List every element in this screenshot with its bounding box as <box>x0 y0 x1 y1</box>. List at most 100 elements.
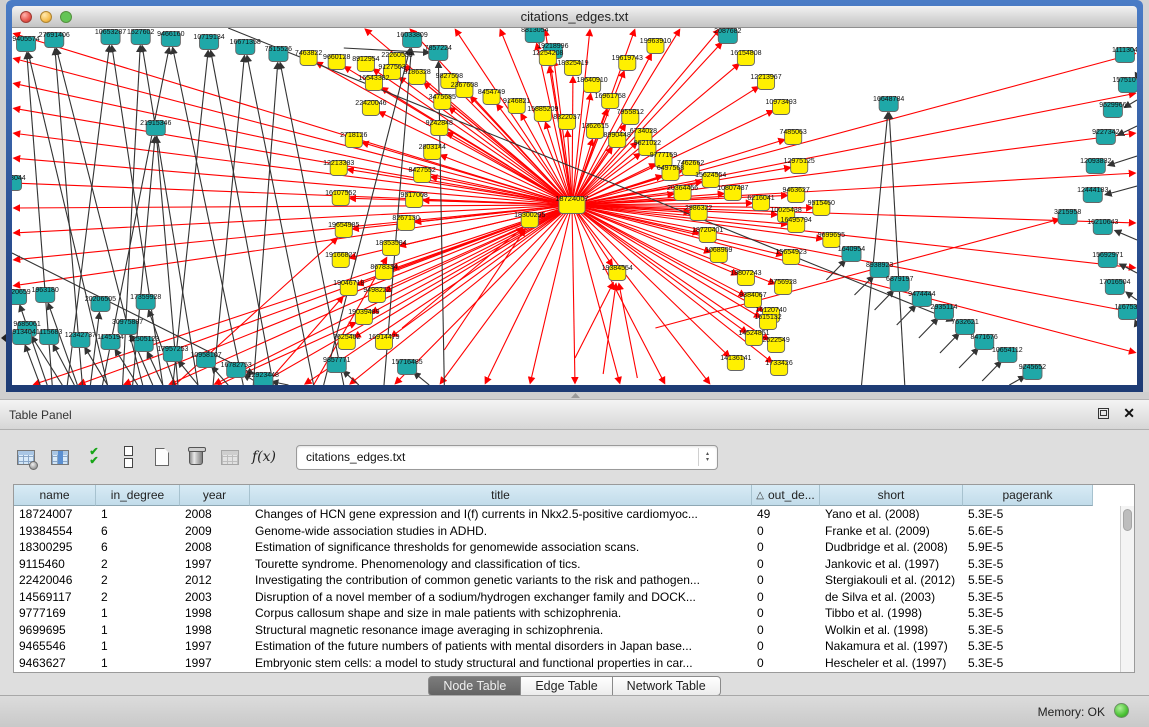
svg-text:2522549: 2522549 <box>762 337 789 344</box>
table-cell: 49 <box>752 506 820 523</box>
tab-node-table[interactable]: Node Table <box>428 676 521 696</box>
svg-text:10719134: 10719134 <box>193 34 224 41</box>
table-row[interactable]: 969969511998Structural magnetic resonanc… <box>14 622 1120 639</box>
node-table: namein_degreeyeartitle△out_de...shortpag… <box>13 484 1135 673</box>
svg-text:8471676: 8471676 <box>971 334 998 341</box>
float-panel-icon[interactable] <box>1098 408 1109 419</box>
table-cell: 5.3E-5 <box>963 622 1093 639</box>
table-row[interactable]: 1938455462009Genome-wide association stu… <box>14 523 1120 540</box>
svg-text:15716485: 15716485 <box>391 359 422 366</box>
table-row[interactable]: 946362711997Embryonic stem cells: a mode… <box>14 655 1120 672</box>
clear-selection-icon[interactable] <box>114 443 142 471</box>
table-cell: 2012 <box>180 572 250 589</box>
table-cell: Dudbridge et al. (2008) <box>820 539 963 556</box>
table-cell: 9777169 <box>14 605 96 622</box>
table-panel: Table Panel ✕ ✔✔ f(x) citations_edges.txt… <box>0 399 1149 695</box>
column-header-short[interactable]: short <box>820 485 963 506</box>
svg-text:17016504: 17016504 <box>1099 279 1130 286</box>
table-row[interactable]: 946554611997Estimation of the future num… <box>14 638 1120 655</box>
network-window-titlebar[interactable]: citations_edges.txt <box>12 6 1137 28</box>
table-row[interactable]: 1456911722003Disruption of a novel membe… <box>14 589 1120 606</box>
table-cell: 5.3E-5 <box>963 506 1093 523</box>
table-row[interactable]: 977716911998Corpus callosum shape and si… <box>14 605 1120 622</box>
svg-text:22260538: 22260538 <box>381 52 412 59</box>
svg-text:9227342: 9227342 <box>1092 129 1119 136</box>
sort-ascending-icon: △ <box>756 490 764 501</box>
show-columns-icon[interactable] <box>46 443 74 471</box>
svg-text:8322037: 8322037 <box>553 114 580 121</box>
svg-text:8990448: 8990448 <box>604 132 631 139</box>
column-header-out_de[interactable]: △out_de... <box>752 485 820 506</box>
table-cell: 5.5E-5 <box>963 572 1093 589</box>
svg-text:19039489: 19039489 <box>348 309 379 316</box>
table-row[interactable]: 2242004622012Investigating the contribut… <box>14 572 1120 589</box>
column-header-title[interactable]: title <box>250 485 752 506</box>
table-row[interactable]: 1872400712008Changes of HCN gene express… <box>14 506 1120 523</box>
delete-table-icon[interactable] <box>216 443 244 471</box>
table-mode-icon[interactable] <box>12 443 40 471</box>
column-header-name[interactable]: name <box>14 485 96 506</box>
table-cell: 0 <box>752 655 820 672</box>
tab-edge-table[interactable]: Edge Table <box>521 676 612 696</box>
table-selector[interactable]: citations_edges.txt ▴ ▾ <box>296 445 718 470</box>
column-header-in_degree[interactable]: in_degree <box>96 485 180 506</box>
table-header-row: namein_degreeyeartitle△out_de...shortpag… <box>14 485 1134 506</box>
table-panel-header: Table Panel ✕ <box>0 400 1149 430</box>
svg-text:6497568: 6497568 <box>657 165 684 172</box>
table-cell: 1998 <box>180 605 250 622</box>
svg-text:16782753: 16782753 <box>221 362 252 369</box>
svg-text:19963910: 19963910 <box>640 38 671 45</box>
table-cell: 0 <box>752 572 820 589</box>
select-all-icon[interactable]: ✔✔ <box>80 443 108 471</box>
table-body: 1872400712008Changes of HCN gene express… <box>14 506 1120 672</box>
new-column-icon[interactable] <box>148 443 176 471</box>
table-cell: de Silva et al. (2003) <box>820 589 963 606</box>
svg-text:7955812: 7955812 <box>617 109 644 116</box>
panel-divider[interactable] <box>0 392 1149 399</box>
function-builder-icon[interactable]: f(x) <box>250 443 278 471</box>
tab-network-table[interactable]: Network Table <box>613 676 721 696</box>
network-view-window[interactable]: citations_edges.txt 94055742769140610653… <box>6 0 1143 392</box>
table-cell: 2 <box>96 572 180 589</box>
svg-text:12505123: 12505123 <box>128 336 159 343</box>
table-cell: 1997 <box>180 556 250 573</box>
delete-column-icon[interactable] <box>182 443 210 471</box>
table-selector-spinner-icon[interactable]: ▴ ▾ <box>698 448 713 466</box>
table-cell: 0 <box>752 622 820 639</box>
table-cell: Hescheler et al. (1997) <box>820 655 963 672</box>
table-cell: Franke et al. (2009) <box>820 523 963 540</box>
table-cell: 1997 <box>180 655 250 672</box>
table-row[interactable]: 1830029562008Estimation of significance … <box>14 539 1120 556</box>
svg-text:2935114: 2935114 <box>931 304 958 311</box>
table-cell: 5.3E-5 <box>963 638 1093 655</box>
table-cell: 0 <box>752 523 820 540</box>
table-cell: 1998 <box>180 622 250 639</box>
svg-text:2986322: 2986322 <box>685 205 712 212</box>
network-canvas[interactable]: 9405574276914061065328715276029466160107… <box>12 28 1137 385</box>
table-tabs: Node TableEdge TableNetwork Table <box>0 676 1149 696</box>
column-header-year[interactable]: year <box>180 485 250 506</box>
table-row[interactable]: 911546021997Tourette syndrome. Phenomeno… <box>14 556 1120 573</box>
svg-text:9474444: 9474444 <box>908 291 935 298</box>
table-cell: Disruption of a novel member of a sodium… <box>250 589 752 606</box>
table-scrollbar[interactable] <box>1120 506 1134 672</box>
panel-resize-grip[interactable] <box>571 393 580 398</box>
column-header-pagerank[interactable]: pagerank <box>963 485 1093 506</box>
svg-text:9529966: 9529966 <box>1099 102 1126 109</box>
svg-text:16120740: 16120740 <box>755 307 786 314</box>
svg-text:19218996: 19218996 <box>537 43 568 50</box>
close-panel-icon[interactable]: ✕ <box>1123 405 1135 422</box>
svg-text:12975125: 12975125 <box>784 158 815 165</box>
svg-text:17359928: 17359928 <box>130 294 161 301</box>
svg-text:19619743: 19619743 <box>612 55 643 62</box>
table-cell: 22420046 <box>14 572 96 589</box>
svg-text:8813054: 8813054 <box>521 28 548 34</box>
svg-text:19166827: 19166827 <box>325 252 356 259</box>
table-toolbar: ✔✔ f(x) citations_edges.txt ▴ ▾ <box>0 430 1149 484</box>
network-window-title: citations_edges.txt <box>12 9 1137 24</box>
cytoscape-desktop: citations_edges.txt 94055742769140610653… <box>0 0 1149 727</box>
table-scrollbar-thumb[interactable] <box>1123 509 1132 531</box>
table-cell: 6 <box>96 539 180 556</box>
svg-text:1145194: 1145194 <box>97 334 124 341</box>
svg-text:19654985: 19654985 <box>328 222 359 229</box>
